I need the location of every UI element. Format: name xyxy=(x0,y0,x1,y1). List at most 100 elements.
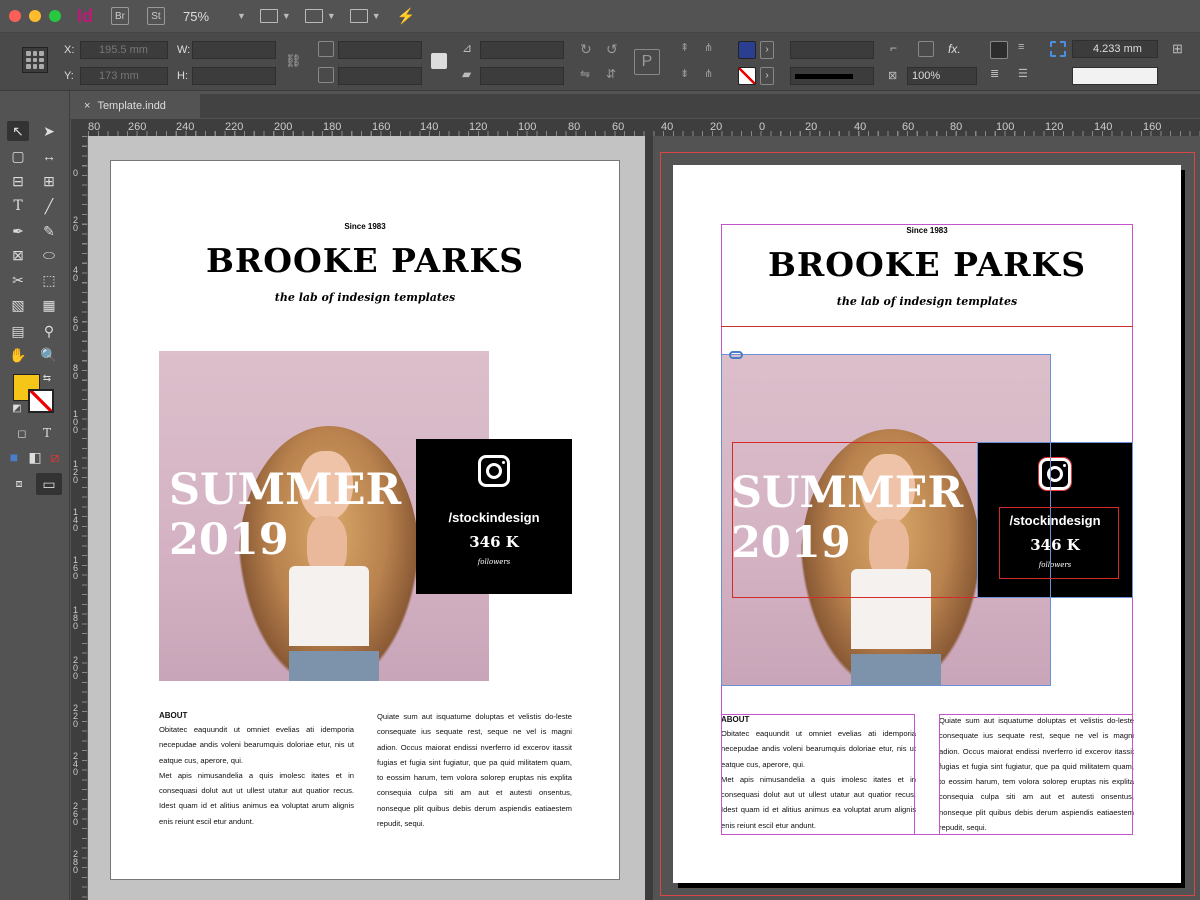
about-column[interactable]: ABOUT Obitatec eaquundit ut omniet eveli… xyxy=(159,709,354,829)
body-column[interactable]: Quiate sum aut isquatume doluptas et vel… xyxy=(939,713,1134,835)
reference-point-icon[interactable] xyxy=(22,47,48,73)
stroke-color-swatch[interactable] xyxy=(28,389,54,413)
frame-fitting-icon[interactable] xyxy=(1050,41,1066,57)
document-page-edit[interactable]: Since 1983 BROOKE PARKS the lab of indes… xyxy=(673,165,1181,883)
zoom-level[interactable]: 75% xyxy=(183,9,233,24)
text-wrap-none-icon[interactable] xyxy=(990,41,1008,59)
body-column[interactable]: Quiate sum aut isquatume doluptas et vel… xyxy=(377,709,572,831)
fill-swatch[interactable] xyxy=(738,41,756,59)
shear-field[interactable] xyxy=(480,67,564,85)
rotate-cw-icon[interactable]: ↻ xyxy=(580,41,596,57)
link-icon[interactable] xyxy=(729,351,743,359)
document-page-preview[interactable]: Since 1983 BROOKE PARKS the lab of indes… xyxy=(110,160,620,880)
tab-template-indd[interactable]: × Template.indd xyxy=(72,94,200,118)
close-window-button[interactable] xyxy=(9,10,21,22)
arrange-documents-icon[interactable] xyxy=(349,9,368,23)
text-wrap-shape-icon[interactable]: ≣ xyxy=(990,67,1006,83)
y-position-field[interactable]: 173 mm xyxy=(80,67,168,85)
note-tool-icon[interactable]: ▤ xyxy=(7,321,29,341)
pencil-tool-icon[interactable]: ✎ xyxy=(38,221,60,241)
view-mode-icon[interactable]: ⧈ xyxy=(8,474,30,494)
vertical-ruler[interactable]: 0 2 0 4 0 6 0 8 0 1 0 0 1 2 0 1 4 0 1 6 … xyxy=(71,136,87,900)
page-tool-icon[interactable]: ▢ xyxy=(7,146,29,166)
stroke-swatch[interactable] xyxy=(738,67,756,85)
hand-tool-icon[interactable]: ✋ xyxy=(7,345,29,365)
effects-icon[interactable]: fx. xyxy=(948,42,961,56)
instagram-card[interactable]: /stockindesign 346 K followers xyxy=(416,439,572,594)
fill-menu-icon[interactable]: › xyxy=(760,41,774,59)
ellipse-tool-icon[interactable]: ⬭ xyxy=(38,245,60,265)
scale-x-icon[interactable] xyxy=(318,41,334,57)
gradient-feather-tool-icon[interactable]: ▦ xyxy=(38,295,60,315)
text-wrap-jump-icon[interactable]: ☰ xyxy=(1018,67,1034,83)
bridge-button[interactable]: Br xyxy=(111,7,129,25)
selection-tool-icon[interactable]: ↖ xyxy=(7,121,29,141)
opacity-field[interactable]: 100% xyxy=(907,67,977,85)
chevron-down-icon[interactable]: ▼ xyxy=(282,11,291,21)
stroke-menu-icon[interactable]: › xyxy=(760,67,774,85)
rotation-angle-icon[interactable]: ⊿ xyxy=(462,41,478,57)
flip-horizontal-icon[interactable]: ⇋ xyxy=(580,67,596,83)
x-position-field[interactable]: 195.5 mm xyxy=(80,41,168,59)
panel-menu-icon[interactable]: ⊞ xyxy=(1172,41,1188,57)
chevron-down-icon[interactable]: ▼ xyxy=(237,11,246,21)
chevron-down-icon[interactable]: ▼ xyxy=(372,11,381,21)
split-view-divider[interactable] xyxy=(645,136,653,900)
select-container-icon[interactable]: ⇞ xyxy=(680,41,696,57)
ruler-origin[interactable] xyxy=(71,119,88,136)
chevron-down-icon[interactable]: ▼ xyxy=(327,11,336,21)
corner-options-icon[interactable]: ⌐ xyxy=(890,41,906,57)
apply-gradient-icon[interactable]: ◧ xyxy=(24,447,46,467)
free-transform-tool-icon[interactable]: ⬚ xyxy=(38,270,60,290)
minimize-window-button[interactable] xyxy=(29,10,41,22)
scale-y-field[interactable] xyxy=(338,67,422,85)
content-placer-icon[interactable]: ⊞ xyxy=(38,171,60,191)
scale-y-icon[interactable] xyxy=(318,67,334,83)
eyedropper-tool-icon[interactable]: ⚲ xyxy=(38,321,60,341)
apply-none-icon[interactable]: ⧄ xyxy=(44,447,66,467)
zoom-window-button[interactable] xyxy=(49,10,61,22)
height-field[interactable] xyxy=(192,67,276,85)
about-column[interactable]: ABOUT Obitatec eaquundit ut omniet eveli… xyxy=(721,713,916,833)
flip-vertical-icon[interactable]: ⇵ xyxy=(606,67,622,83)
shear-angle-icon[interactable]: ▰ xyxy=(462,67,478,83)
stroke-width-field[interactable]: 4.233 mm xyxy=(1072,40,1158,58)
select-next-icon[interactable]: ⋔ xyxy=(704,67,720,83)
gpu-performance-icon[interactable]: ⚡ xyxy=(397,7,416,25)
close-tab-icon[interactable]: × xyxy=(84,100,90,112)
default-colors-icon[interactable]: ◩ xyxy=(10,401,24,415)
drop-shadow-icon[interactable] xyxy=(918,41,934,57)
view-options-icon[interactable] xyxy=(259,9,278,23)
direct-selection-tool-icon[interactable]: ➤ xyxy=(38,121,60,141)
select-content-icon[interactable]: ⇟ xyxy=(680,67,696,83)
gap-tool-icon[interactable]: ↔ xyxy=(38,146,60,166)
constrain-proportions-icon[interactable]: ⛓ xyxy=(285,53,302,69)
content-collector-icon[interactable]: ⊟ xyxy=(7,171,29,191)
gradient-swatch-tool-icon[interactable]: ▧ xyxy=(7,295,29,315)
constrain-scale-icon[interactable] xyxy=(431,53,447,69)
stroke-type-field[interactable] xyxy=(790,67,874,85)
formatting-container-icon[interactable]: ◻ xyxy=(11,423,33,443)
apply-color-icon[interactable]: ■ xyxy=(3,447,25,467)
width-field[interactable] xyxy=(192,41,276,59)
rectangle-frame-tool-icon[interactable]: ⊠ xyxy=(7,245,29,265)
scale-x-field[interactable] xyxy=(338,41,422,59)
swap-colors-icon[interactable]: ⇆ xyxy=(40,371,54,385)
rotate-ccw-icon[interactable]: ↺ xyxy=(606,41,622,57)
zoom-tool-icon[interactable]: 🔍 xyxy=(38,345,60,365)
rotation-field[interactable] xyxy=(480,41,564,59)
object-style-field[interactable] xyxy=(1072,67,1158,85)
pen-tool-icon[interactable]: ✒ xyxy=(7,221,29,241)
scissors-tool-icon[interactable]: ✂ xyxy=(7,270,29,290)
select-previous-icon[interactable]: ⋔ xyxy=(704,41,720,57)
screen-mode-button[interactable]: ▭ xyxy=(36,473,62,495)
stroke-weight-field[interactable] xyxy=(790,41,874,59)
horizontal-ruler[interactable]: 80 260 240 220 200 180 160 140 120 100 8… xyxy=(88,119,1200,136)
line-tool-icon[interactable]: ╱ xyxy=(38,196,60,216)
opacity-icon[interactable]: ⊠ xyxy=(888,69,904,85)
instagram-card[interactable]: /stockindesign 346 K followers xyxy=(977,442,1133,597)
stock-button[interactable]: St xyxy=(147,7,165,25)
type-tool-icon[interactable]: T xyxy=(7,196,29,216)
screen-mode-icon[interactable] xyxy=(304,9,323,23)
p-reference-icon[interactable]: P xyxy=(634,49,660,75)
